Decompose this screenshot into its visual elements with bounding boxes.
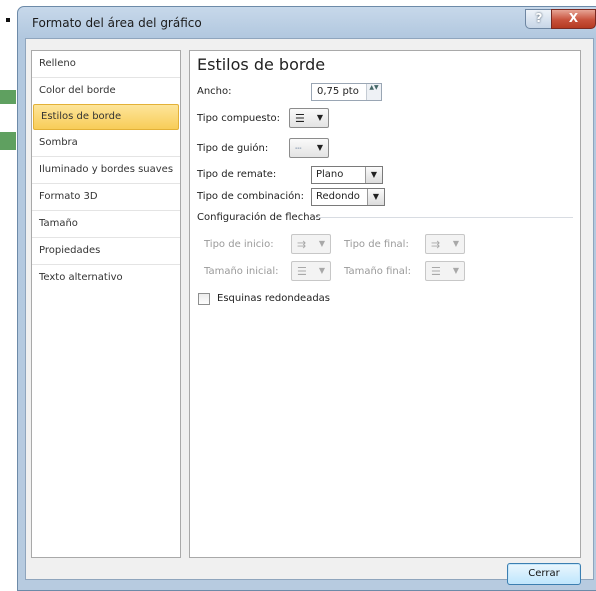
sidebar-item-texto-alternativo[interactable]: Texto alternativo	[32, 265, 180, 291]
chevron-down-icon[interactable]: ▼	[367, 189, 384, 205]
sidebar-item-tamano[interactable]: Tamaño	[32, 211, 180, 238]
help-icon: ?	[535, 11, 543, 25]
dialog-window: Formato del área del gráfico ? X Relleno…	[17, 6, 596, 591]
chevron-down-icon: ▼	[316, 143, 323, 152]
arrow-settings-label: Configuración de flechas	[197, 212, 321, 223]
dash-type-dropdown[interactable]: ┄ ▼	[289, 138, 329, 158]
chevron-down-icon: ▼	[316, 113, 323, 122]
begin-size-dropdown[interactable]: ☰ ▼	[291, 261, 331, 281]
sidebar-item-label: Texto alternativo	[39, 272, 123, 283]
chevron-down-icon: ▼	[318, 239, 325, 248]
begin-type-label: Tipo de inicio:	[204, 239, 274, 250]
arrow-type-icon: ⇉	[297, 238, 307, 251]
end-type-dropdown[interactable]: ⇉ ▼	[425, 234, 465, 254]
sidebar-item-label: Color del borde	[39, 85, 116, 96]
chevron-down-icon: ▼	[452, 266, 459, 275]
title-bar[interactable]: Formato del área del gráfico ? X	[18, 7, 596, 37]
background-sheet-fragment	[0, 132, 16, 150]
arrow-type-icon: ⇉	[431, 238, 441, 251]
sidebar-item-formato-3d[interactable]: Formato 3D	[32, 184, 180, 211]
rounded-corners-checkbox[interactable]	[198, 293, 210, 305]
dash-line-icon: ┄	[295, 142, 302, 155]
compound-line-icon: ☰	[295, 112, 305, 125]
sidebar-item-label: Formato 3D	[39, 191, 98, 202]
close-button-label: Cerrar	[528, 568, 560, 579]
dialog-title: Formato del área del gráfico	[32, 16, 202, 30]
join-type-label: Tipo de combinación:	[197, 191, 304, 202]
end-type-label: Tipo de final:	[344, 239, 409, 250]
bullet-mark	[6, 18, 10, 22]
sidebar-item-estilos-de-borde[interactable]: Estilos de borde	[33, 104, 179, 130]
begin-size-label: Tamaño inicial:	[204, 266, 279, 277]
panel-heading: Estilos de borde	[197, 55, 326, 74]
dialog-client-area: Relleno Color del borde Estilos de borde…	[25, 38, 594, 585]
sidebar-item-color-del-borde[interactable]: Color del borde	[32, 78, 180, 104]
join-type-select[interactable]: Redondo ▼	[311, 188, 385, 206]
sidebar-item-propiedades[interactable]: Propiedades	[32, 238, 180, 265]
sidebar-item-relleno[interactable]: Relleno	[32, 51, 180, 78]
width-value: 0,75 pto	[317, 86, 359, 97]
cap-type-label: Tipo de remate:	[197, 169, 277, 180]
close-icon: X	[568, 11, 579, 25]
width-label: Ancho:	[197, 86, 232, 97]
arrow-size-icon: ☰	[431, 265, 441, 278]
compound-type-label: Tipo compuesto:	[197, 113, 281, 124]
sidebar-item-label: Sombra	[39, 137, 78, 148]
sidebar-item-label: Relleno	[39, 58, 76, 69]
settings-panel: Estilos de borde Ancho: 0,75 pto ▲▼ Tipo…	[189, 50, 581, 558]
sidebar-item-label: Estilos de borde	[41, 111, 122, 122]
begin-type-dropdown[interactable]: ⇉ ▼	[291, 234, 331, 254]
join-type-value: Redondo	[316, 191, 360, 202]
compound-type-dropdown[interactable]: ☰ ▼	[289, 108, 329, 128]
sidebar-item-iluminado[interactable]: Iluminado y bordes suaves	[32, 157, 180, 184]
chevron-down-icon[interactable]: ▼	[365, 167, 382, 183]
category-list: Relleno Color del borde Estilos de borde…	[31, 50, 181, 558]
chevron-down-icon: ▼	[318, 266, 325, 275]
rounded-corners-label[interactable]: Esquinas redondeadas	[217, 293, 330, 304]
end-size-label: Tamaño final:	[344, 266, 411, 277]
window-close-button[interactable]: X	[551, 9, 596, 29]
help-button[interactable]: ?	[525, 9, 553, 29]
close-dialog-button[interactable]: Cerrar	[507, 563, 581, 585]
background-sheet-fragment	[0, 90, 16, 104]
arrow-size-icon: ☰	[297, 265, 307, 278]
chevron-down-icon: ▼	[452, 239, 459, 248]
dash-type-label: Tipo de guión:	[197, 143, 269, 154]
width-spinner[interactable]: 0,75 pto ▲▼	[311, 83, 382, 101]
sidebar-item-label: Propiedades	[39, 245, 101, 256]
sidebar-item-sombra[interactable]: Sombra	[32, 130, 180, 157]
section-divider	[315, 217, 573, 218]
end-size-dropdown[interactable]: ☰ ▼	[425, 261, 465, 281]
spin-arrows-icon[interactable]: ▲▼	[366, 84, 381, 100]
cap-type-select[interactable]: Plano ▼	[311, 166, 383, 184]
cap-type-value: Plano	[316, 169, 344, 180]
sidebar-item-label: Tamaño	[39, 218, 78, 229]
sidebar-item-label: Iluminado y bordes suaves	[39, 164, 174, 175]
